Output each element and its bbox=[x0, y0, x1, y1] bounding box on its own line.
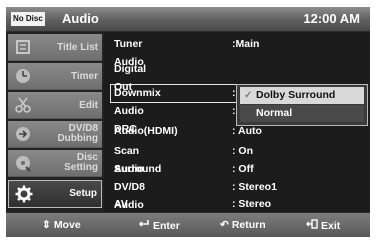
downmix-options-popup: ✓ Dolby Surround Normal bbox=[236, 84, 368, 126]
footer-enter-label: Enter bbox=[153, 220, 180, 232]
footer-enter: Enter bbox=[138, 219, 180, 232]
option-dolby-surround[interactable]: ✓ Dolby Surround bbox=[240, 87, 364, 104]
setting-value: : bbox=[232, 105, 236, 117]
sidebar-item-setup[interactable]: Setup bbox=[8, 180, 102, 208]
option-normal[interactable]: Normal bbox=[240, 105, 364, 122]
disc-icon bbox=[14, 154, 32, 172]
header-bar: No Disc Audio 12:00 AM bbox=[6, 7, 370, 32]
setting-name: Audio(HDMI) bbox=[114, 125, 178, 137]
title-list-icon bbox=[14, 38, 32, 56]
option-label: Normal bbox=[256, 107, 293, 119]
sidebar-item-disc-setting[interactable]: Disc Setting bbox=[8, 150, 102, 177]
footer-move-label: Move bbox=[53, 219, 81, 231]
check-icon: ✓ bbox=[244, 90, 253, 101]
osd-menu-window: No Disc Audio 12:00 AM Title List Timer bbox=[6, 7, 370, 237]
dubbing-icon bbox=[14, 125, 32, 143]
scissors-icon bbox=[14, 96, 32, 114]
clock: 12:00 AM bbox=[303, 11, 360, 26]
setting-value: : bbox=[232, 87, 236, 99]
screenshot-canvas: No Disc Audio 12:00 AM Title List Timer bbox=[0, 0, 376, 243]
page-title: Audio bbox=[62, 11, 99, 26]
footer-bar: ⇕ Move Enter ↶ Return Exit bbox=[6, 212, 370, 237]
setting-name: Surround bbox=[114, 163, 162, 175]
disc-status-badge: No Disc bbox=[11, 12, 45, 26]
footer-return: ↶ Return bbox=[220, 219, 266, 231]
sidebar-item-timer[interactable]: Timer bbox=[8, 63, 102, 90]
option-label: Dolby Surround bbox=[256, 89, 336, 101]
sidebar-item-label-line2: Dubbing bbox=[57, 133, 98, 144]
exit-icon bbox=[306, 219, 318, 232]
setting-value: : Off bbox=[232, 163, 254, 175]
sidebar-item-label: Timer bbox=[70, 71, 98, 82]
footer-return-label: Return bbox=[231, 219, 266, 231]
sidebar-item-label: Title List bbox=[57, 42, 98, 53]
gear-icon bbox=[15, 185, 33, 203]
sidebar: Title List Timer Edit DV/D8 Dubbing Disc… bbox=[6, 32, 104, 212]
up-down-arrow-icon: ⇕ bbox=[42, 219, 51, 231]
timer-icon bbox=[14, 67, 32, 85]
return-icon: ↶ bbox=[220, 219, 229, 231]
setting-value: : Stereo1 bbox=[232, 181, 277, 193]
setting-value: : On bbox=[232, 145, 253, 157]
sidebar-item-dv-d8-dubbing[interactable]: DV/D8 Dubbing bbox=[8, 121, 102, 148]
setting-value: :Main bbox=[232, 38, 260, 50]
enter-icon bbox=[138, 219, 150, 232]
setting-name: Downmix bbox=[114, 87, 161, 99]
sidebar-item-title-list[interactable]: Title List bbox=[8, 34, 102, 61]
setting-value: : Stereo bbox=[232, 198, 272, 210]
sidebar-item-edit[interactable]: Edit bbox=[8, 92, 102, 119]
footer-exit-label: Exit bbox=[321, 220, 341, 232]
footer-exit: Exit bbox=[306, 219, 340, 232]
sidebar-item-label: Setup bbox=[69, 188, 97, 199]
sidebar-item-label: Edit bbox=[79, 100, 98, 111]
footer-move: ⇕ Move bbox=[42, 219, 81, 231]
sidebar-item-label-line2: Setting bbox=[64, 162, 98, 173]
